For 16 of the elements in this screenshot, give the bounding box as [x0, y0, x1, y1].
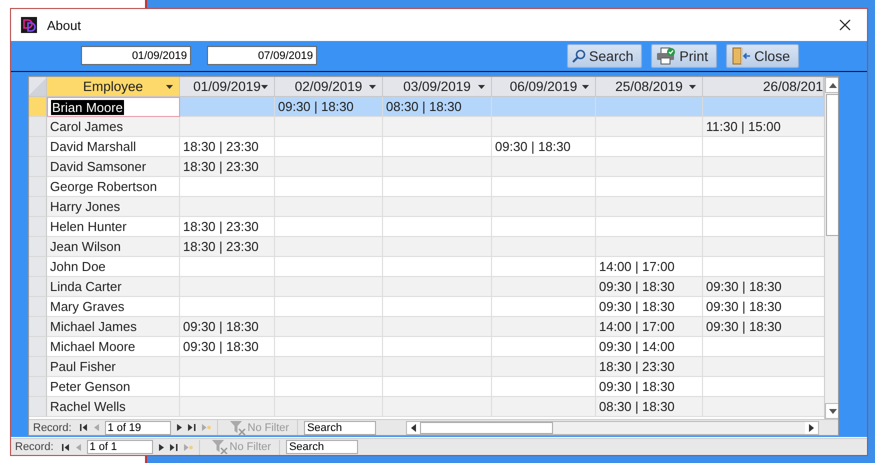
- window-title: About: [47, 18, 82, 32]
- close-button[interactable]: Close: [726, 44, 799, 68]
- date-field[interactable]: 07/09/2019: [207, 46, 317, 65]
- search-field[interactable]: Search: [304, 420, 376, 434]
- table-cell: Brian Moore: [47, 97, 180, 117]
- search-field[interactable]: Search: [286, 440, 358, 454]
- record-label: Record:: [15, 441, 54, 453]
- date-field[interactable]: 01/09/2019: [81, 46, 191, 65]
- table-cell: 08:30 | 18:30: [596, 397, 703, 417]
- record-label: Record:: [33, 422, 72, 434]
- record-number-field[interactable]: 1 of 19: [104, 420, 171, 434]
- record-number-field[interactable]: 1 of 1: [86, 440, 153, 454]
- column-header[interactable]: Employee: [47, 77, 180, 97]
- table-cell: Rachel Wells: [47, 397, 180, 417]
- print-button[interactable]: Print: [651, 44, 718, 68]
- search-button[interactable]: Search: [567, 44, 642, 68]
